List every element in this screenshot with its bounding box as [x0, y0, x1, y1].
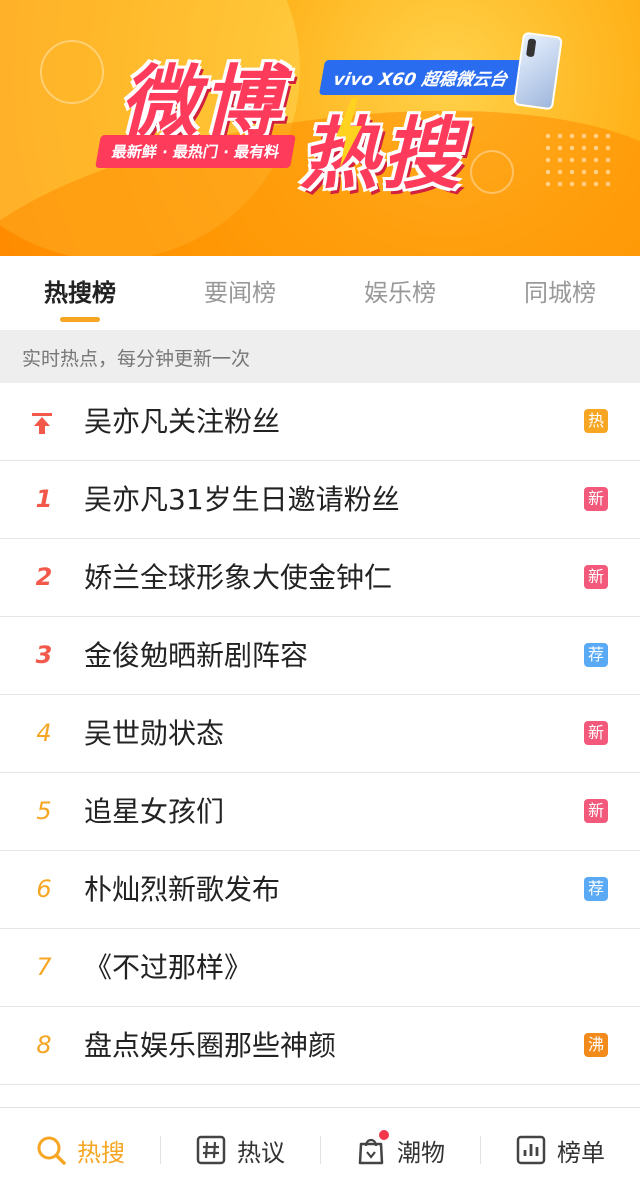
item-title: 盘点娱乐圈那些神颜 — [84, 1029, 337, 1062]
tab-news[interactable]: 要闻榜 — [160, 256, 320, 330]
banner-decor — [40, 40, 104, 104]
list-item[interactable]: 2 娇兰全球形象大使金钟仁 新 — [0, 539, 640, 617]
nav-trends[interactable]: 潮物 — [320, 1108, 480, 1192]
list-item[interactable]: 4 吴世勋状态 新 — [0, 695, 640, 773]
camera-icon — [525, 38, 537, 58]
item-rank: 2 — [35, 563, 53, 591]
banner-decor — [470, 150, 514, 194]
tab-local[interactable]: 同城榜 — [480, 256, 640, 330]
hot-search-list: 吴亦凡关注粉丝 热 1 吴亦凡31岁生日邀请粉丝 新 2 娇兰全球形象大使金钟仁… — [0, 383, 640, 1085]
item-title: 吴世勋状态 — [84, 717, 225, 750]
item-rank: 8 — [36, 1031, 52, 1059]
item-title: 朴灿烈新歌发布 — [84, 873, 281, 906]
nav-rankings[interactable]: 榜单 — [480, 1108, 640, 1192]
item-title: 吴亦凡关注粉丝 — [84, 405, 281, 438]
item-rank: 3 — [35, 641, 53, 669]
list-item[interactable]: 8 盘点娱乐圈那些神颜 沸 — [0, 1007, 640, 1085]
nav-label: 热搜 — [77, 1138, 125, 1167]
phone-image — [513, 31, 563, 111]
list-item[interactable]: 5 追星女孩们 新 — [0, 773, 640, 851]
list-item[interactable]: 7 《不过那样》 — [0, 929, 640, 1007]
notification-dot — [379, 1130, 389, 1140]
list-item[interactable]: 3 金俊勉晒新剧阵容 荐 — [0, 617, 640, 695]
item-rank: 4 — [36, 719, 52, 747]
banner-title-line2: 热搜 — [300, 110, 465, 200]
search-icon — [37, 1136, 66, 1165]
update-notice: 实时热点，每分钟更新一次 — [0, 330, 640, 383]
hot-search-banner[interactable]: 微博 热搜 最新鲜 · 最热门 · 最有料 vivo X60 超稳微云台 — [0, 0, 640, 256]
item-rank: 1 — [35, 485, 53, 513]
banner-slogan: 最新鲜 · 最热门 · 最有料 — [95, 135, 297, 168]
nav-label: 榜单 — [557, 1138, 605, 1167]
nav-discussion[interactable]: 热议 — [160, 1108, 320, 1192]
list-item[interactable]: 6 朴灿烈新歌发布 荐 — [0, 851, 640, 929]
sponsor-label: vivo X60 超稳微云台 — [318, 60, 523, 95]
pin-top-icon — [32, 413, 52, 434]
chart-icon — [516, 1135, 546, 1165]
item-rank: 7 — [36, 953, 52, 981]
tab-hot-search[interactable]: 热搜榜 — [0, 256, 160, 330]
new-badge: 新 — [584, 799, 608, 823]
shopping-bag-icon — [355, 1130, 389, 1166]
tab-entertainment[interactable]: 娱乐榜 — [320, 256, 480, 330]
item-rank: 6 — [36, 875, 52, 903]
new-badge: 新 — [584, 565, 608, 589]
boiling-badge: 沸 — [584, 1033, 608, 1057]
banner-decor — [542, 130, 612, 190]
hot-badge: 热 — [584, 409, 608, 433]
item-title: 追星女孩们 — [84, 795, 225, 828]
list-item[interactable]: 吴亦凡关注粉丝 热 — [0, 383, 640, 461]
new-badge: 新 — [584, 721, 608, 745]
nav-hot-search[interactable]: 热搜 — [0, 1108, 160, 1192]
nav-label: 热议 — [237, 1138, 285, 1167]
item-title: 吴亦凡31岁生日邀请粉丝 — [84, 483, 400, 516]
item-title: 金俊勉晒新剧阵容 — [84, 639, 309, 672]
ranking-tabs: 热搜榜 要闻榜 娱乐榜 同城榜 — [0, 256, 640, 330]
item-title: 娇兰全球形象大使金钟仁 — [84, 561, 393, 594]
bottom-nav: 热搜 热议 潮物 榜单 — [0, 1107, 640, 1192]
list-item[interactable]: 1 吴亦凡31岁生日邀请粉丝 新 — [0, 461, 640, 539]
item-title: 《不过那样》 — [84, 951, 253, 984]
hashtag-icon — [196, 1135, 226, 1165]
new-badge: 新 — [584, 487, 608, 511]
recommend-badge: 荐 — [584, 643, 608, 667]
recommend-badge: 荐 — [584, 877, 608, 901]
nav-label: 潮物 — [397, 1138, 445, 1167]
item-rank: 5 — [36, 797, 52, 825]
